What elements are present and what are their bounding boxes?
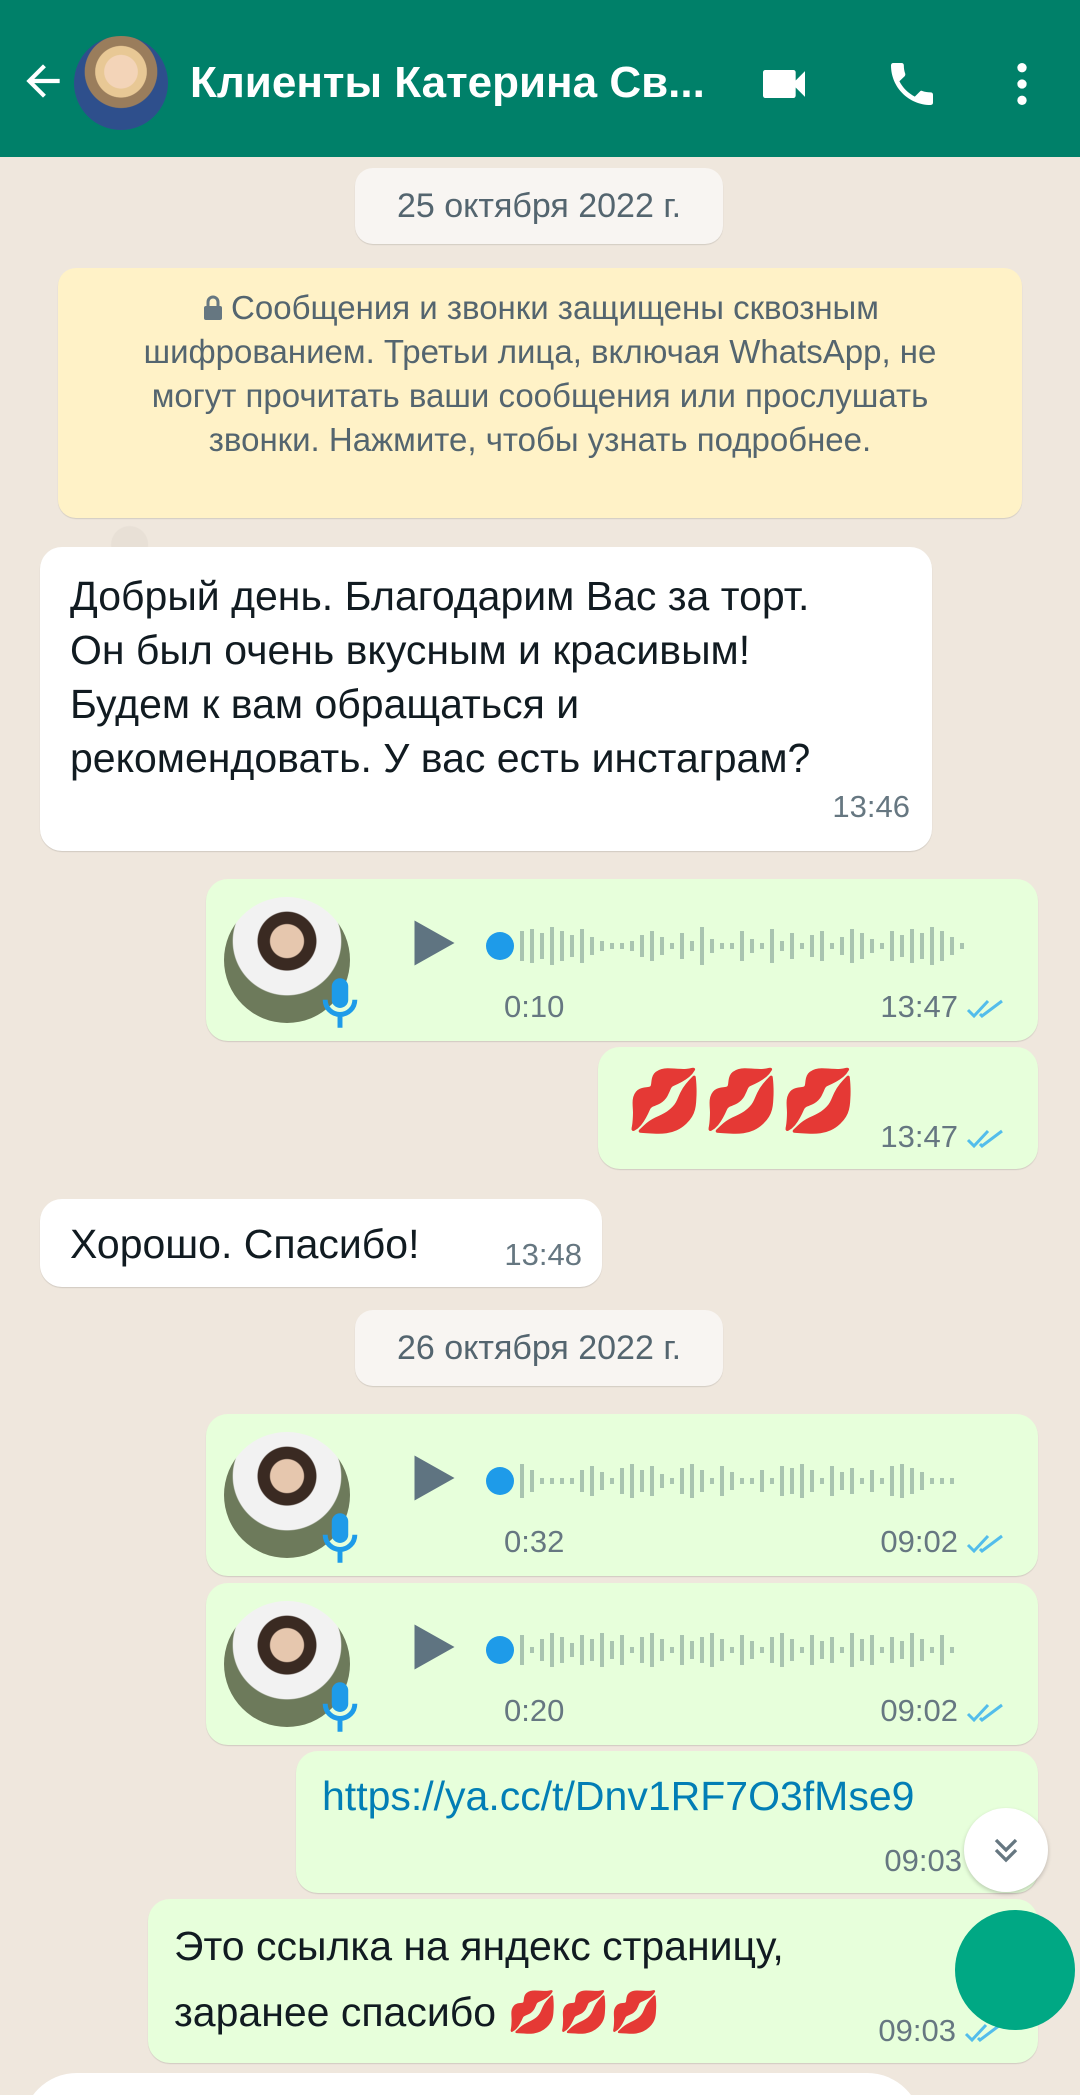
voice-message[interactable]: 0:20 09:02 <box>206 1583 1038 1745</box>
contact-name[interactable]: Клиенты Катерина Св... <box>190 58 720 108</box>
contact-avatar[interactable] <box>74 36 168 130</box>
double-chevron-down-icon <box>994 1838 1018 1863</box>
message-text: Это ссылка на яндекс страницу, заранее с… <box>174 1923 784 2035</box>
read-ticks-icon <box>966 1703 1003 1722</box>
scroll-to-bottom-button[interactable] <box>964 1808 1048 1892</box>
encryption-notice-text: Сообщения и звонки защищены сквозным шиф… <box>143 289 937 458</box>
message-outgoing[interactable]: 💋💋💋 13:47 <box>598 1047 1038 1169</box>
microphone-icon <box>322 1513 358 1563</box>
date-separator: 25 октября 2022 г. <box>355 168 723 244</box>
message-time-text: 09:03 <box>884 1843 962 1878</box>
message-time: 09:02 <box>880 1524 1010 1560</box>
message-incoming[interactable]: Хорошо. Спасибо! 13:48 <box>40 1199 602 1287</box>
message-outgoing[interactable]: https://ya.cc/t/Dnv1RF7O3fMse9 09:03 <box>296 1751 1038 1893</box>
message-time: 13:47 <box>880 989 1010 1025</box>
microphone-icon <box>322 978 358 1028</box>
message-incoming[interactable]: Добрый день. Благодарим Вас за торт. Он … <box>40 547 932 851</box>
message-emoji: 💋💋💋 <box>626 1067 858 1136</box>
message-outgoing[interactable]: Это ссылка на яндекс страницу, заранее с… <box>148 1899 1038 2063</box>
voice-duration: 0:10 <box>504 989 565 1024</box>
message-text: Добрый день. Благодарим Вас за торт. Он … <box>70 573 811 781</box>
microphone-icon <box>322 1682 358 1732</box>
back-arrow-icon[interactable] <box>18 56 68 106</box>
voice-duration: 0:20 <box>504 1693 565 1728</box>
mic-record-button[interactable] <box>955 1910 1075 2030</box>
message-time: 09:02 <box>880 1693 1010 1729</box>
message-time: 13:48 <box>504 1237 582 1272</box>
waveform[interactable] <box>486 921 1006 971</box>
message-time-text: 13:47 <box>880 989 958 1024</box>
read-ticks-icon <box>966 1129 1003 1148</box>
waveform[interactable] <box>486 1456 1006 1506</box>
play-icon[interactable] <box>402 913 462 973</box>
message-text: Хорошо. Спасибо! <box>70 1221 420 1267</box>
message-link[interactable]: https://ya.cc/t/Dnv1RF7O3fMse9 <box>322 1773 914 1820</box>
read-ticks-icon <box>966 999 1003 1018</box>
play-icon[interactable] <box>402 1448 462 1508</box>
chat-header: Клиенты Катерина Св... <box>0 0 1080 157</box>
message-time-text: 09:03 <box>878 2013 956 2048</box>
voice-duration: 0:32 <box>504 1524 565 1559</box>
message-time-text: 13:47 <box>880 1119 958 1154</box>
message-input-bar[interactable] <box>22 2073 922 2095</box>
read-ticks-icon <box>966 1534 1003 1553</box>
message-time: 13:46 <box>832 789 910 824</box>
message-time: 13:47 <box>880 1119 1010 1155</box>
play-icon[interactable] <box>402 1617 462 1677</box>
video-call-icon[interactable] <box>756 56 812 112</box>
voice-message[interactable]: 0:10 13:47 <box>206 879 1038 1041</box>
voice-call-icon[interactable] <box>884 56 940 112</box>
more-options-icon[interactable] <box>994 56 1050 112</box>
chat-area[interactable]: 25 октября 2022 г. Сообщения и звонки за… <box>0 157 1080 2095</box>
date-separator: 26 октября 2022 г. <box>355 1310 723 1386</box>
waveform[interactable] <box>486 1625 1006 1675</box>
lock-icon <box>204 295 223 320</box>
encryption-notice[interactable]: Сообщения и звонки защищены сквозным шиф… <box>58 268 1022 518</box>
message-time-text: 09:02 <box>880 1693 958 1728</box>
voice-message[interactable]: 0:32 09:02 <box>206 1414 1038 1576</box>
message-time-text: 09:02 <box>880 1524 958 1559</box>
